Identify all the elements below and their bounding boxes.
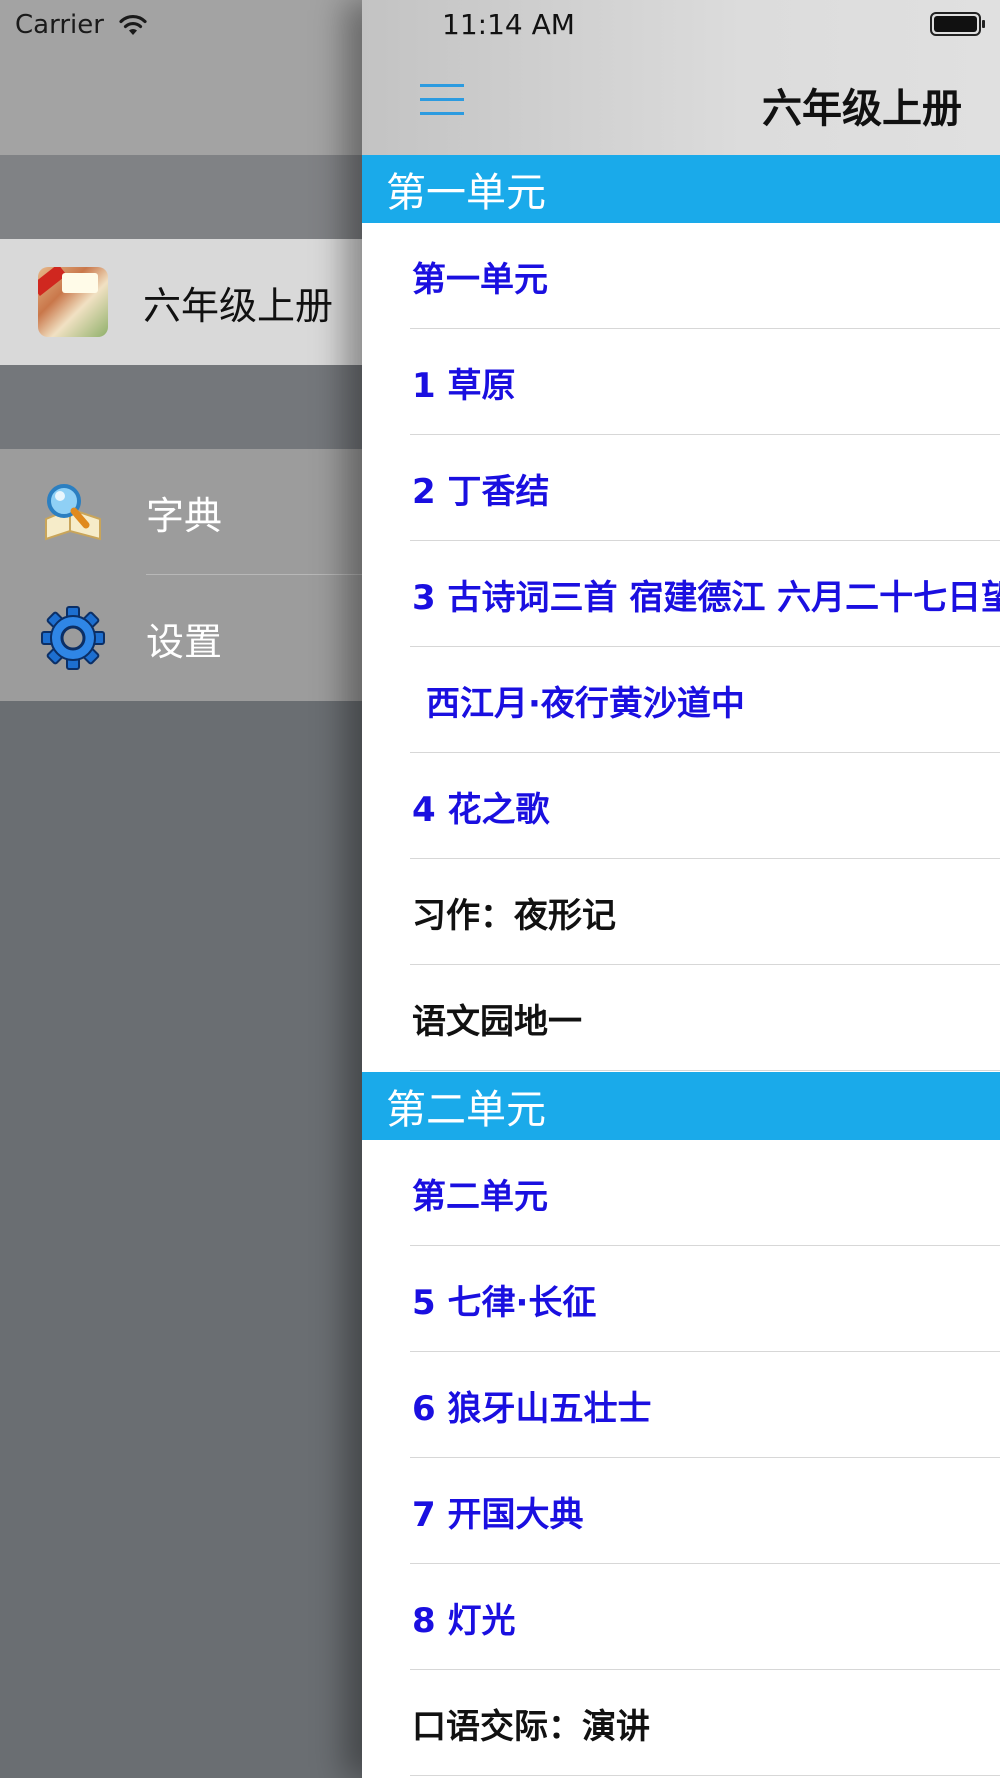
list-item[interactable]: 语文园地一 [410,965,1000,1071]
section-header-unit-2: 第二单元 [362,1072,1000,1140]
list-item[interactable]: 第一单元 [410,223,1000,329]
drawer-spacer [0,365,362,449]
gear-icon [41,606,105,670]
list-item-label: 4 花之歌 [412,789,550,830]
section-title: 第二单元 [386,1087,546,1133]
list-item-label: 8 灯光 [412,1600,516,1641]
list-item-label: 西江月·夜行黄沙道中 [426,683,745,724]
current-book-title: 六年级上册 [143,283,334,328]
drawer-item-label: 设置 [146,619,223,664]
list-item-label: 第一单元 [412,259,548,300]
list-item[interactable]: 4 花之歌 [410,753,1000,859]
list-item[interactable]: 3 古诗词三首 宿建德江 六月二十七日望湖楼醉书 [410,541,1000,647]
list-item-label: 6 狼牙山五壮士 [412,1388,652,1429]
list-item[interactable]: 第二单元 [410,1140,1000,1246]
drawer-header: Carrier [0,0,362,155]
list-item-label: 5 七律·长征 [412,1282,597,1323]
page-title: 六年级上册 [762,86,962,132]
list-item[interactable]: 西江月·夜行黄沙道中 [410,647,1000,753]
list-item[interactable]: 6 狼牙山五壮士 [410,1352,1000,1458]
carrier-label: Carrier [15,10,104,40]
drawer-item-label: 字典 [146,493,223,538]
list-item-label: 7 开国大典 [412,1494,584,1535]
main-panel: 11:14 AM 六年级上册 第一单元 第一单元 1 草原 2 丁香结 3 古诗… [362,0,1000,1778]
section-header-unit-1: 第一单元 [362,155,1000,223]
list-item[interactable]: 1 草原 [410,329,1000,435]
list-item-label: 第二单元 [412,1176,548,1217]
status-time: 11:14 AM [442,8,575,41]
drawer-menu: 字典 设置 [0,449,362,701]
list-item-label: 习作：夜形记 [412,895,616,936]
list-item[interactable]: 8 灯光 [410,1564,1000,1670]
list-item[interactable]: 习作：夜形记 [410,859,1000,965]
drawer-spacer [0,155,362,239]
status-bar-left: Carrier [15,8,148,42]
current-book-item[interactable]: 六年级上册 [0,239,362,365]
battery-icon [930,12,985,36]
side-drawer: Carrier 六年级上册 字典 设置 [0,0,362,1778]
navigation-bar: 11:14 AM 六年级上册 [362,0,1000,155]
hamburger-menu-icon[interactable] [420,82,464,118]
drawer-item-settings[interactable]: 设置 [0,575,362,701]
list-item-label: 语文园地一 [412,1001,582,1042]
list-item[interactable]: 2 丁香结 [410,435,1000,541]
book-cover-icon [38,267,108,337]
list-item-label: 2 丁香结 [412,471,550,512]
list-item-label: 口语交际：演讲 [412,1706,650,1747]
list-item[interactable]: 7 开国大典 [410,1458,1000,1564]
list-item-label: 3 古诗词三首 宿建德江 六月二十七日望湖楼醉书 [412,577,1000,618]
wifi-icon [119,14,147,35]
list-item-label: 1 草原 [412,365,516,406]
list-item[interactable]: 5 七律·长征 [410,1246,1000,1352]
dictionary-search-icon [45,484,101,541]
drawer-item-dictionary[interactable]: 字典 [0,449,362,575]
section-title: 第一单元 [386,170,546,216]
list-item[interactable]: 口语交际：演讲 [410,1670,1000,1776]
